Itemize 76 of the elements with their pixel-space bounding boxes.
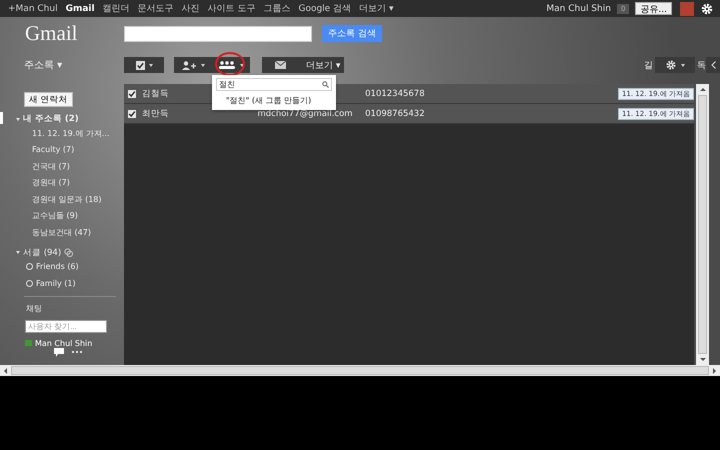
scroll-down-arrow-icon[interactable] xyxy=(700,358,706,361)
group-item[interactable]: 건국대 (7) xyxy=(32,160,70,172)
checkbox-icon xyxy=(136,60,144,70)
group-item[interactable]: 교수님들 (9) xyxy=(32,210,78,222)
chat-bubble-icon[interactable] xyxy=(54,348,64,356)
add-person-button[interactable] xyxy=(174,57,212,73)
nav-link[interactable]: 사이트 도구 xyxy=(204,2,260,15)
chat-search-field[interactable]: 사용자 찾기... xyxy=(25,320,107,332)
settings-icon[interactable] xyxy=(700,2,714,16)
avatar-placeholder[interactable] xyxy=(680,2,694,16)
search-field[interactable] xyxy=(124,26,312,42)
selection-indicator xyxy=(0,112,3,124)
label-fragment: 길 xyxy=(644,60,653,72)
expand-arrow-icon[interactable] xyxy=(16,118,20,120)
group-label[interactable]: 서클 (94) xyxy=(23,246,62,258)
chevron-left-icon xyxy=(710,61,716,69)
group-label[interactable]: 내 주소록 (2) xyxy=(23,113,79,125)
scroll-thumb[interactable] xyxy=(11,366,709,375)
scroll-right-arrow-icon[interactable] xyxy=(713,368,716,374)
caret-icon xyxy=(201,64,205,66)
caret-icon xyxy=(681,64,685,66)
nav-link[interactable]: 사진 xyxy=(178,2,204,15)
chat-user[interactable]: Man Chul Shin xyxy=(35,338,92,348)
group-row[interactable]: 서클 (94) xyxy=(0,246,124,258)
collapse-button[interactable] xyxy=(706,57,720,73)
search-button[interactable]: 주소록 검색 xyxy=(322,25,382,42)
contact-name: 김철득 xyxy=(142,88,170,100)
people-icon xyxy=(218,61,236,69)
horizontal-scrollbar[interactable] xyxy=(0,365,720,376)
group-item[interactable]: Faculty (7) xyxy=(32,145,74,154)
create-group-option[interactable]: "절친" (새 그룹 만들기) xyxy=(212,92,336,106)
contact-name: 최만득 xyxy=(142,108,170,120)
checkbox[interactable] xyxy=(128,110,136,118)
label-fragment: 독 xyxy=(697,60,706,72)
contacts-menu[interactable]: 주소록 ▾ xyxy=(24,58,124,72)
vertical-scrollbar[interactable] xyxy=(696,84,709,365)
settings-button[interactable] xyxy=(655,57,695,73)
nav-link[interactable]: Gmail xyxy=(62,4,99,14)
scroll-thumb[interactable] xyxy=(698,95,707,354)
scroll-up-arrow-icon[interactable] xyxy=(700,88,706,91)
nav-link[interactable]: +Man Chul xyxy=(4,4,62,14)
new-contact-button[interactable]: 새 연락처 xyxy=(24,92,73,107)
caret-icon xyxy=(148,64,152,66)
group-item[interactable]: 경원대 일문과 (18) xyxy=(32,194,102,205)
search-icon xyxy=(322,81,329,88)
user-name: Man Chul Shin xyxy=(546,4,611,14)
group-item[interactable]: Friends (6) xyxy=(36,262,79,272)
checkbox[interactable] xyxy=(128,90,136,98)
gmail-logo: Gmail xyxy=(25,21,78,46)
group-item[interactable]: 11. 12. 19.에 가져... xyxy=(32,128,110,139)
select-button[interactable] xyxy=(124,57,164,73)
circles-icon xyxy=(64,248,74,257)
group-item[interactable]: 경원대 (7) xyxy=(32,177,70,188)
settings-icon xyxy=(665,59,677,71)
nav-link[interactable]: 캘린더 xyxy=(98,2,134,15)
contact-phone: 01098765432 xyxy=(365,108,426,118)
chat-title: 채팅 xyxy=(26,302,43,314)
group-item[interactable]: 동남보건대 (47) xyxy=(32,226,91,238)
nav-link[interactable]: 그룹스 xyxy=(259,2,294,15)
group-search-field[interactable]: 절친 xyxy=(216,78,332,91)
expand-arrow-icon[interactable] xyxy=(16,251,20,254)
nav-link[interactable]: Google 검색 xyxy=(294,2,356,15)
group-item[interactable]: Family (1) xyxy=(36,278,76,288)
contact-phone: 01012345678 xyxy=(365,88,426,98)
share-button[interactable]: 공유... xyxy=(635,2,672,15)
caret-icon xyxy=(240,64,244,66)
nav-link[interactable]: 더보기 ▾ xyxy=(355,2,398,15)
circle-icon xyxy=(26,263,33,270)
contact-email: mdchoi77@gmail.com xyxy=(257,108,353,118)
envelope-icon xyxy=(274,61,286,69)
group-row[interactable]: 내 주소록 (2) xyxy=(0,113,124,125)
group-button[interactable] xyxy=(212,57,250,73)
nav-link[interactable]: 문서도구 xyxy=(134,2,178,15)
add-person-icon xyxy=(181,60,197,70)
circle-icon xyxy=(26,280,33,287)
scroll-left-arrow-icon[interactable] xyxy=(4,368,7,374)
